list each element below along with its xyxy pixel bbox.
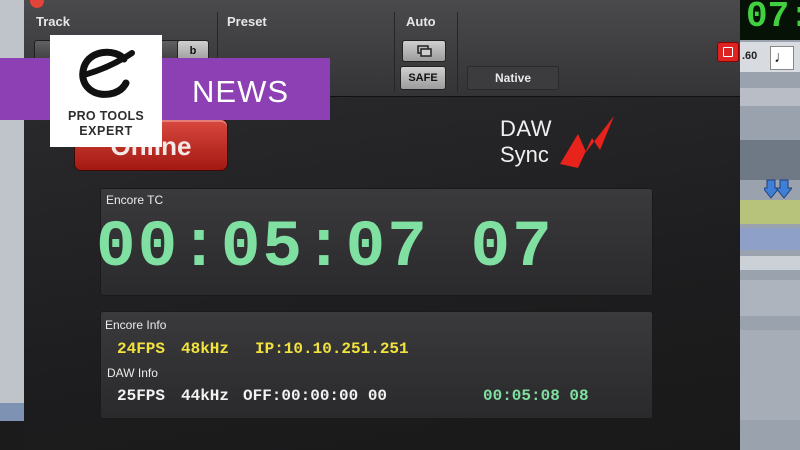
track-variant-value: b	[189, 45, 197, 57]
encore-fps: 24FPS	[117, 340, 166, 358]
header-divider	[457, 12, 458, 92]
native-indicator: Native	[467, 66, 559, 90]
note-value-button[interactable]: ♩	[770, 46, 794, 70]
marker-band	[740, 200, 800, 224]
window-close-button[interactable]	[30, 0, 44, 8]
ruler-band	[740, 140, 800, 180]
track-band	[740, 228, 800, 250]
native-label-text: Native	[494, 71, 532, 85]
pro-tools-expert-logo: PRO TOOLS EXPERT	[50, 35, 162, 147]
logo-text-daw: DAW	[500, 116, 553, 141]
window-compare-icon	[417, 45, 432, 57]
encore-timecode-display: 00:05:07 07	[96, 210, 554, 285]
playhead-arrow-icon[interactable]	[764, 178, 792, 200]
main-counter: 07:0	[740, 0, 800, 40]
preset-label: Preset	[227, 14, 267, 29]
sub-counter-value: .60	[742, 50, 758, 62]
news-banner-slant	[298, 58, 330, 120]
logo-line-expert: EXPERT	[79, 124, 133, 138]
auto-label: Auto	[406, 14, 436, 29]
track-band	[740, 256, 800, 270]
daw-info-label: DAW Info	[107, 366, 158, 380]
header-divider	[394, 12, 395, 92]
daw-offset: OFF:00:00:00 00	[243, 387, 388, 405]
plugin-bypass-button[interactable]	[717, 42, 739, 62]
daw-sync-logo: DAW Sync	[500, 112, 640, 174]
daw-sample-rate: 44kHz	[181, 387, 230, 405]
track-band	[740, 330, 800, 420]
logo-line-pro-tools: PRO TOOLS	[67, 109, 145, 123]
encore-ip-address: IP:10.10.251.251	[255, 340, 409, 358]
daw-fps: 25FPS	[117, 387, 166, 405]
safe-button-label: SAFE	[408, 72, 438, 84]
quarter-note-icon: ♩	[774, 49, 790, 66]
logo-text-sync: Sync	[500, 142, 549, 167]
background-window-dark-strip	[0, 421, 24, 450]
safe-button[interactable]: SAFE	[400, 66, 446, 90]
daw-timecode: 00:05:08 08	[483, 387, 589, 405]
encore-tc-label: Encore TC	[106, 193, 164, 207]
news-label: NEWS	[192, 74, 289, 109]
lightning-bolt-icon	[560, 116, 614, 168]
track-label: Track	[36, 14, 70, 29]
encore-sample-rate: 48kHz	[181, 340, 230, 358]
main-counter-value: 07:0	[746, 0, 800, 37]
expert-e-logo-icon	[79, 48, 135, 98]
background-window-blue-strip	[0, 403, 24, 421]
bypass-icon	[723, 47, 733, 57]
encore-info-label: Encore Info	[105, 318, 167, 332]
edit-window-edge: 07:0 .60 ♩	[740, 0, 800, 450]
compare-button[interactable]	[402, 40, 446, 62]
ruler-band	[740, 88, 800, 106]
track-band	[740, 280, 800, 316]
